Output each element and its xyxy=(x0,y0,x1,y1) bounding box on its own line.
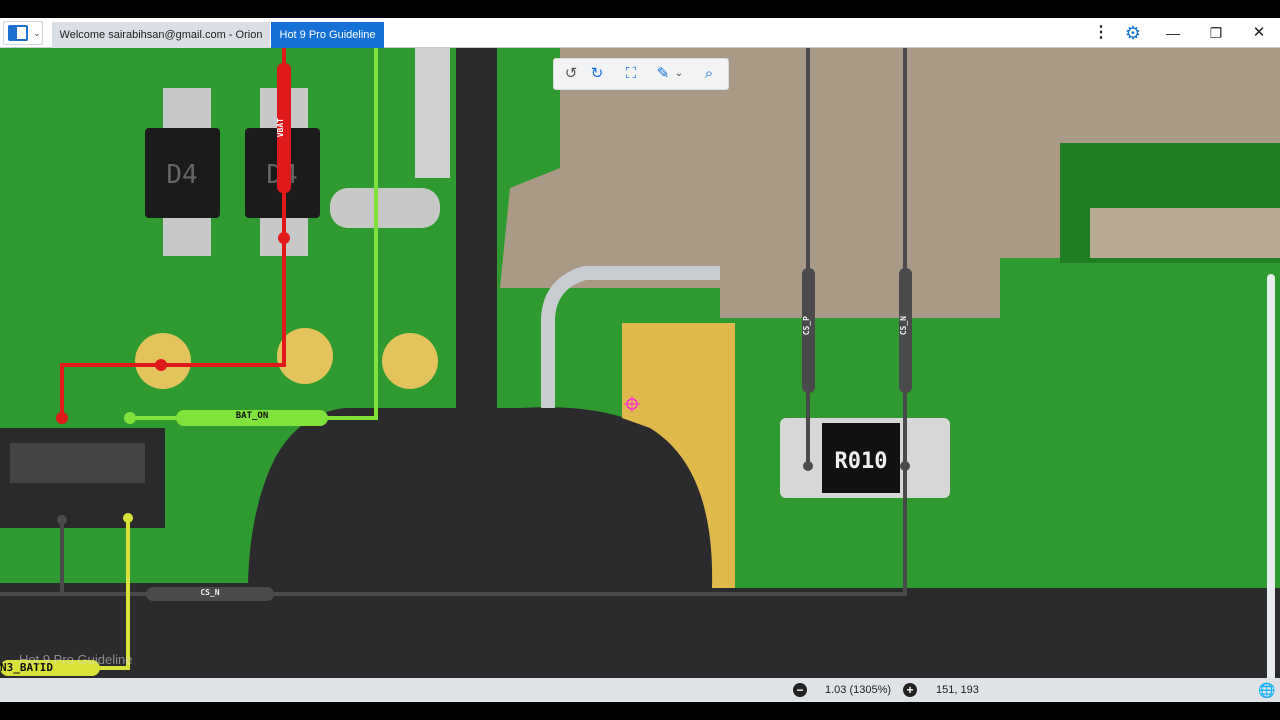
app-menu-button[interactable]: ⌄ xyxy=(3,21,43,45)
net-label-vbat[interactable]: VBAT xyxy=(276,118,292,137)
board-viewer-canvas[interactable]: D4 D4 R010 xyxy=(0,48,1280,678)
chevron-down-icon: ⌄ xyxy=(33,28,41,38)
view-toolbar: ↺ ↻ ⛶ ✎ ⌄ ⌕ xyxy=(553,58,729,90)
tab-hot9-guideline[interactable]: Hot 9 Pro Guideline xyxy=(271,22,384,48)
zoom-out-button[interactable]: − xyxy=(793,683,807,697)
net-label-cs-n-right[interactable]: CS_N xyxy=(899,316,912,335)
app-logo-icon xyxy=(8,25,28,41)
diode-marking-1: D4 xyxy=(166,160,197,190)
bottom-bar xyxy=(0,702,1280,720)
pcb-image: D4 D4 R010 xyxy=(0,48,1280,678)
status-bar: − 1.03 (1305%) + 151, 193 🌐 xyxy=(0,678,1280,702)
more-options-icon[interactable]: ⋮ xyxy=(1092,18,1110,48)
tab-welcome[interactable]: Welcome sairabihsan@gmail.com - Orion xyxy=(52,22,270,48)
vertical-scrollbar[interactable] xyxy=(1267,274,1275,678)
search-icon[interactable]: ⌕ xyxy=(698,63,720,85)
rotate-left-icon[interactable]: ↺ xyxy=(560,63,582,85)
title-bar: ⌄ Welcome sairabihsan@gmail.com - Orion … xyxy=(0,18,1280,48)
net-label-cs-p[interactable]: CS_P xyxy=(802,316,815,335)
watermark-text: Hot 9 Pro Guideline xyxy=(19,652,133,667)
cursor-coordinates: 151, 193 xyxy=(936,684,979,696)
zoom-in-button[interactable]: + xyxy=(903,683,917,697)
measure-icon[interactable]: ✎ xyxy=(652,63,674,85)
zoom-level: 1.03 (1305%) xyxy=(825,684,892,696)
close-button[interactable]: ✕ xyxy=(1248,18,1270,48)
resistor-marking: R010 xyxy=(835,449,888,474)
net-label-bat-on[interactable]: BAT_ON xyxy=(176,411,328,421)
globe-icon[interactable]: 🌐 xyxy=(1258,678,1275,702)
fit-screen-icon[interactable]: ⛶ xyxy=(620,63,642,85)
settings-gear-icon[interactable]: ⚙ xyxy=(1122,18,1144,48)
net-label-cs-n-bottom[interactable]: CS_N xyxy=(146,588,274,597)
restore-button[interactable]: ❐ xyxy=(1205,18,1227,48)
chevron-down-icon[interactable]: ⌄ xyxy=(673,63,685,85)
minimize-button[interactable]: — xyxy=(1162,18,1184,48)
rotate-right-icon[interactable]: ↻ xyxy=(586,63,608,85)
